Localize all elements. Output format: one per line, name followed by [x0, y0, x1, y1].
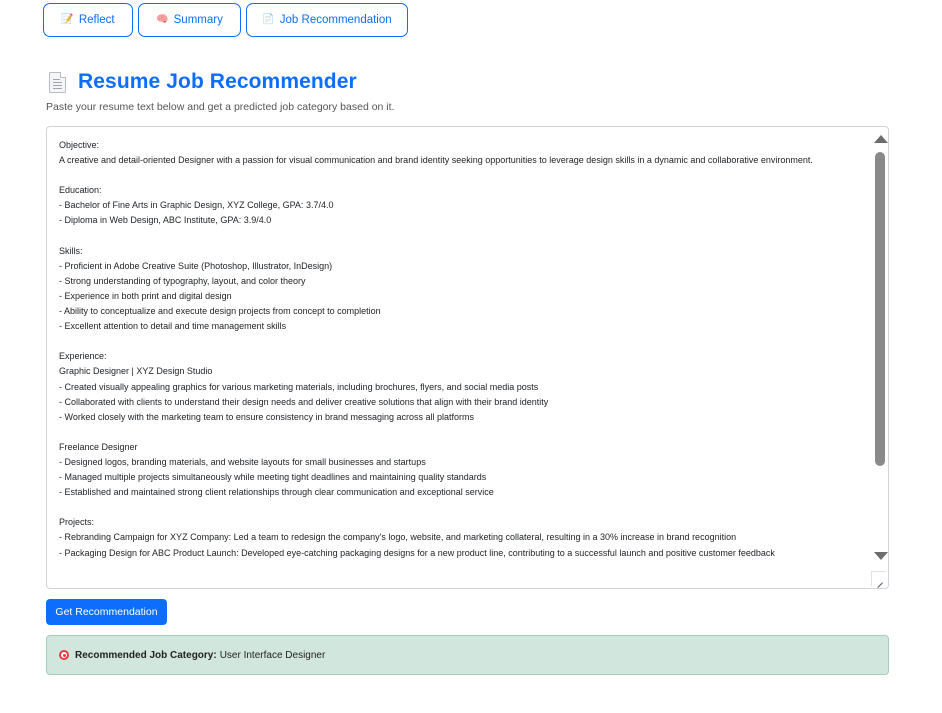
memo-icon: 📝: [61, 14, 74, 25]
document-icon: [49, 71, 66, 93]
scroll-down-arrow-icon[interactable]: [874, 552, 888, 560]
textarea-scrollbar[interactable]: [870, 133, 888, 573]
recommendation-alert: Recommended Job Category: User Interface…: [46, 635, 889, 675]
nav-summary-button[interactable]: 🧠 Summary: [138, 3, 241, 37]
scrollbar-thumb[interactable]: [875, 152, 885, 466]
page-header: Resume Job Recommender: [49, 70, 357, 94]
scroll-up-arrow-icon[interactable]: [874, 135, 888, 143]
get-recommendation-button[interactable]: Get Recommendation: [46, 599, 167, 625]
nav-job-recommendation-button[interactable]: 📄 Job Recommendation: [246, 3, 408, 37]
resume-text[interactable]: Objective: A creative and detail-oriente…: [59, 138, 865, 561]
result-value: User Interface Designer: [219, 649, 326, 661]
top-nav: 📝 Reflect 🧠 Summary 📄 Job Recommendation: [43, 3, 408, 37]
page-icon: 📄: [262, 14, 275, 25]
page-subtitle: Paste your resume text below and get a p…: [46, 101, 395, 113]
nav-job-recommendation-label: Job Recommendation: [279, 14, 392, 26]
nav-reflect-label: Reflect: [78, 14, 115, 26]
nav-summary-label: Summary: [173, 14, 223, 26]
target-icon: [59, 650, 69, 660]
brain-icon: 🧠: [156, 14, 169, 25]
result-label: Recommended Job Category:: [75, 649, 217, 661]
page-title: Resume Job Recommender: [78, 70, 357, 93]
resume-textarea[interactable]: Objective: A creative and detail-oriente…: [46, 126, 889, 589]
resize-grip-icon[interactable]: [871, 571, 886, 586]
nav-reflect-button[interactable]: 📝 Reflect: [43, 3, 133, 37]
